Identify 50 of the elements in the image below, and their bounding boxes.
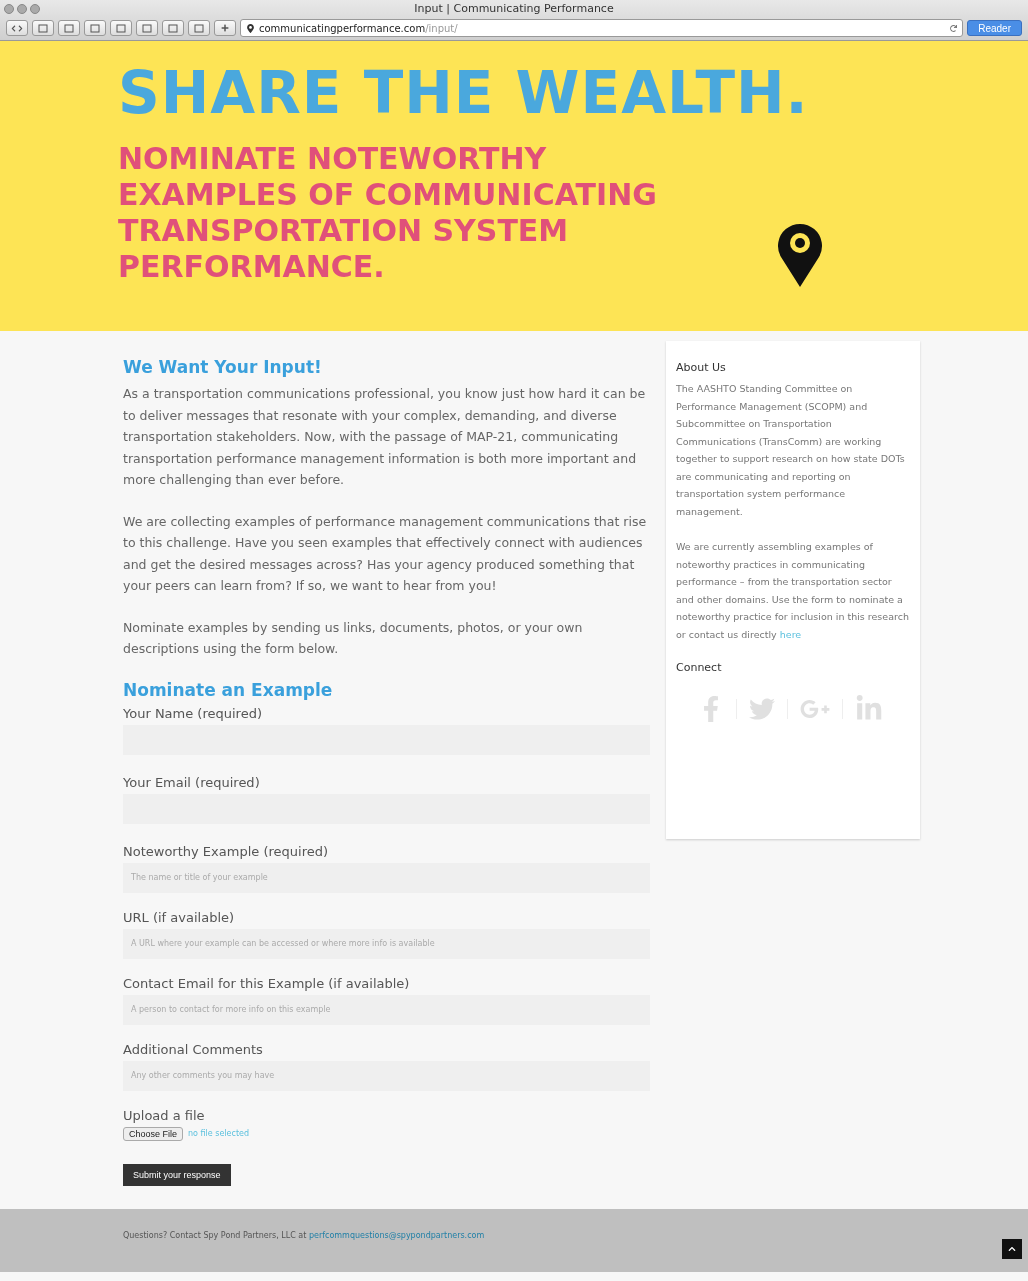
field-label: Your Name (required): [123, 705, 263, 721]
submit-button[interactable]: Submit your response: [123, 1163, 231, 1186]
forward-icon: [17, 24, 24, 32]
field-label: Your Email (required): [123, 774, 261, 790]
square-icon: [90, 23, 100, 33]
section-title: Nominate an Example: [123, 679, 334, 700]
field-label: Additional Comments: [123, 1041, 264, 1057]
input-field[interactable]: Any other comments you may have: [123, 1060, 650, 1091]
about-paragraph: The AASHTO Standing Committee on Performance Management (SCOPM) and Subcommittee on Transportation Communications (TransComm) are working together to support research on how state DOTs are communicating and reporting on transportation system performance management.: [676, 382, 906, 519]
chevron-up-icon: [1008, 1245, 1016, 1253]
file-status: no file selected: [188, 1129, 250, 1138]
square-icon: [64, 23, 74, 33]
scroll-top-button[interactable]: [1002, 1239, 1022, 1259]
headline: SHARE THE WEALTH.: [118, 63, 810, 123]
input-field[interactable]: A person to contact for more info on this example: [123, 994, 650, 1025]
input-field[interactable]: The name or title of your example: [123, 862, 650, 893]
zoom-light-icon[interactable]: [30, 4, 40, 14]
field-label: Upload a file: [123, 1107, 206, 1123]
reload-icon[interactable]: [950, 24, 958, 32]
sidebar-heading: Connect: [676, 661, 723, 674]
square-icon: [38, 23, 48, 33]
section-title: We Want Your Input!: [123, 357, 323, 377]
choose-file-button[interactable]: Choose File: [123, 1126, 184, 1141]
location-pin-icon: [246, 23, 255, 33]
field-label: URL (if available): [123, 909, 236, 925]
footer-text: Questions? Contact Spy Pond Partners, LLC at perfcommquestions@spypondpartners.com: [123, 1231, 485, 1240]
square-icon: [142, 23, 152, 33]
field-label: Noteworthy Example (required): [123, 843, 329, 859]
reader-button[interactable]: Reader: [967, 20, 1022, 36]
sidebar-heading: About Us: [676, 361, 727, 374]
intro-paragraph: Nominate examples by sending us links, documents, photos, or your own descriptions using the form below.: [123, 618, 584, 658]
address-field[interactable]: communicatingperformance.com/input/: [240, 19, 964, 37]
back-forward-button[interactable]: [6, 20, 28, 36]
plus-icon: [221, 24, 229, 32]
square-icon: [168, 23, 178, 33]
subheadline: NOMINATE NOTEWORTHY EXAMPLES OF COMMUNICATING TRANSPORTATION SYSTEM PERFORMANCE.: [118, 141, 658, 285]
back-icon: [10, 24, 17, 32]
minimize-light-icon[interactable]: [17, 4, 27, 14]
close-light-icon[interactable]: [4, 4, 14, 14]
email-link[interactable]: perfcommquestions@spypondpartners.com: [308, 1231, 485, 1240]
intro-paragraph: We are collecting examples of performance management communications that rise to this challenge. Have you seen examples that effectively connect with audiences and get the desired messages across? Has your agency produced something that your peers can learn from? If so, we want to hear from you!: [123, 512, 648, 595]
add-button[interactable]: [214, 20, 236, 36]
url-text: communicatingperformance.com/input/: [259, 22, 458, 34]
here-link[interactable]: here: [779, 628, 802, 640]
square-icon: [194, 23, 204, 33]
intro-paragraph: As a transportation communications professional, you know just how hard it can be to deliver messages that resonate with your complex, demanding, and diverse transportation stakeholders. Now, with the passage of MAP-21, communicating transportation performance management information is both more important and more challenging than ever before.: [123, 385, 647, 489]
square-icon: [116, 23, 126, 33]
window-title: Input | Communicating Performance: [414, 2, 614, 15]
field-label: Contact Email for this Example (if available): [123, 975, 411, 991]
about-paragraph: We are currently assembling examples of noteworthy practices in communicating performance – from the transportation sector and other domains. Use the form to nominate a noteworthy practice for inclusion in this research or contact us directly here: [676, 540, 910, 642]
